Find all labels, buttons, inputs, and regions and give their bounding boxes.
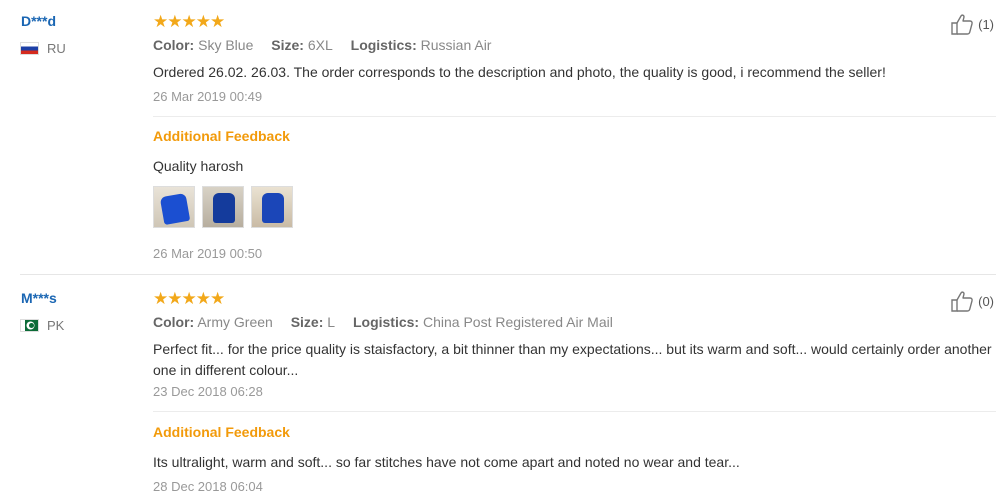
- helpful-count: (1): [978, 16, 994, 32]
- reviewer-name[interactable]: M***s: [21, 290, 57, 306]
- review-photo-thumbnail[interactable]: [251, 186, 293, 228]
- section-divider: [153, 411, 996, 412]
- review-item: D***d RU ★★★★★ Color: Sky Blue Size: 6XL…: [0, 0, 1000, 274]
- thumbs-up-icon: [951, 14, 973, 35]
- reviewer-country: PK: [20, 318, 64, 333]
- review-text: Ordered 26.02. 26.03. The order correspo…: [153, 64, 886, 80]
- meta-size-label: Size:: [271, 37, 304, 53]
- country-code: PK: [47, 318, 65, 333]
- meta-size-value: L: [327, 314, 336, 330]
- star-rating: ★★★★★: [153, 289, 225, 308]
- review-photos: [153, 186, 293, 228]
- reviewer-name[interactable]: D***d: [21, 13, 56, 29]
- review-meta: Color: Army Green Size: L Logistics: Chi…: [153, 314, 627, 330]
- helpful-button[interactable]: (1): [950, 13, 994, 35]
- country-code: RU: [47, 41, 66, 56]
- meta-logistics-value: Russian Air: [420, 37, 492, 53]
- review-item: M***s PK ★★★★★ Color: Army Green Size: L…: [0, 275, 1000, 504]
- review-meta: Color: Sky Blue Size: 6XL Logistics: Rus…: [153, 37, 505, 53]
- meta-logistics-label: Logistics:: [352, 314, 420, 330]
- meta-logistics-value: China Post Registered Air Mail: [422, 314, 613, 330]
- thumbs-up-icon: [951, 291, 973, 312]
- review-date: 23 Dec 2018 06:28: [153, 384, 263, 399]
- meta-color-label: Color:: [153, 37, 195, 53]
- meta-color-label: Color:: [153, 314, 195, 330]
- review-photo-thumbnail[interactable]: [202, 186, 244, 228]
- additional-feedback-text: Quality harosh: [153, 158, 244, 174]
- meta-color-value: Sky Blue: [198, 37, 254, 53]
- section-divider: [153, 116, 996, 117]
- meta-color-value: Army Green: [197, 314, 273, 330]
- star-rating: ★★★★★: [153, 12, 225, 31]
- russia-flag-icon: [20, 42, 39, 55]
- helpful-button[interactable]: (0): [950, 290, 994, 312]
- additional-feedback-title: Additional Feedback: [153, 128, 290, 144]
- additional-feedback-text: Its ultralight, warm and soft... so far …: [153, 454, 740, 470]
- meta-size-value: 6XL: [307, 37, 333, 53]
- review-photo-thumbnail[interactable]: [153, 186, 195, 228]
- reviewer-country: RU: [20, 41, 66, 56]
- pakistan-flag-icon: [20, 319, 39, 332]
- additional-feedback-date: 28 Dec 2018 06:04: [153, 479, 263, 494]
- additional-feedback-title: Additional Feedback: [153, 424, 290, 440]
- review-text: Perfect fit... for the price quality is …: [153, 341, 992, 378]
- meta-logistics-label: Logistics:: [350, 37, 417, 53]
- helpful-count: (0): [978, 293, 994, 309]
- meta-size-label: Size:: [290, 314, 324, 330]
- review-date: 26 Mar 2019 00:49: [153, 89, 263, 104]
- additional-feedback-date: 26 Mar 2019 00:50: [153, 246, 263, 261]
